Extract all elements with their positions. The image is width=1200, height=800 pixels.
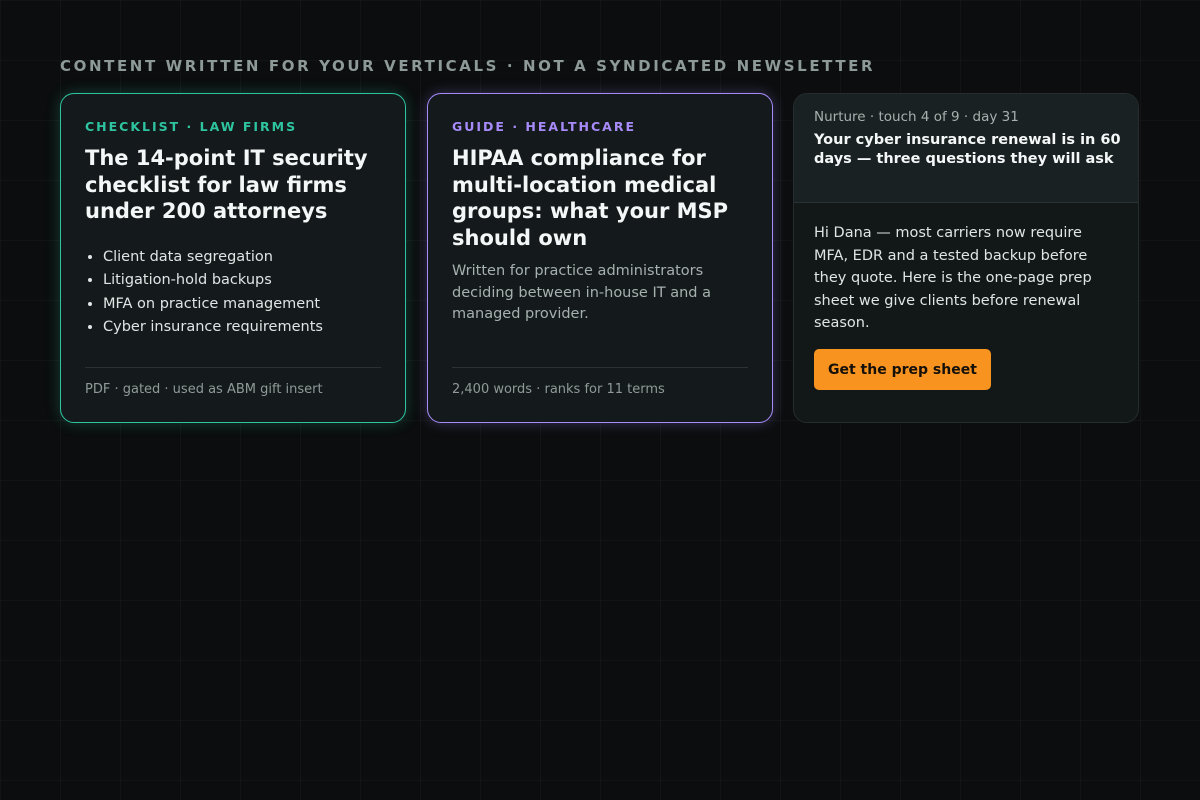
guide-card[interactable]: GUIDE · HEALTHCARE HIPAA compliance for …	[427, 93, 773, 423]
card-description: Written for practice administrators deci…	[452, 263, 711, 322]
email-subject: Your cyber insurance renewal is in 60 da…	[814, 132, 1121, 167]
checklist-bullets: Client data segregation Litigation-hold …	[85, 246, 323, 339]
card-tag: GUIDE · HEALTHCARE	[452, 119, 636, 134]
bullet-item: Cyber insurance requirements	[103, 316, 323, 339]
email-header: Nurture · touch 4 of 9 · day 31 Your cyb…	[794, 94, 1138, 203]
bullet-item: MFA on practice management	[103, 293, 323, 316]
card-footer: 2,400 words · ranks for 11 terms	[452, 382, 665, 397]
card-footer: PDF · gated · used as ABM gift insert	[85, 382, 323, 397]
card-title: HIPAA compliance for multi-location medi…	[452, 146, 729, 250]
card-divider	[452, 367, 748, 368]
email-preview-card: Nurture · touch 4 of 9 · day 31 Your cyb…	[793, 93, 1139, 423]
section-heading: CONTENT WRITTEN FOR YOUR VERTICALS · NOT…	[60, 57, 876, 75]
card-divider	[85, 367, 381, 368]
email-body: Hi Dana — most carriers now require MFA,…	[814, 225, 1092, 331]
bullet-item: Litigation-hold backups	[103, 269, 323, 292]
get-prep-sheet-button[interactable]: Get the prep sheet	[814, 349, 991, 390]
card-tag: CHECKLIST · LAW FIRMS	[85, 119, 298, 134]
bullet-item: Client data segregation	[103, 246, 323, 269]
card-title: The 14-point IT security checklist for l…	[85, 146, 368, 223]
checklist-card[interactable]: CHECKLIST · LAW FIRMS The 14-point IT se…	[60, 93, 406, 423]
email-meta: Nurture · touch 4 of 9 · day 31	[814, 109, 1019, 125]
